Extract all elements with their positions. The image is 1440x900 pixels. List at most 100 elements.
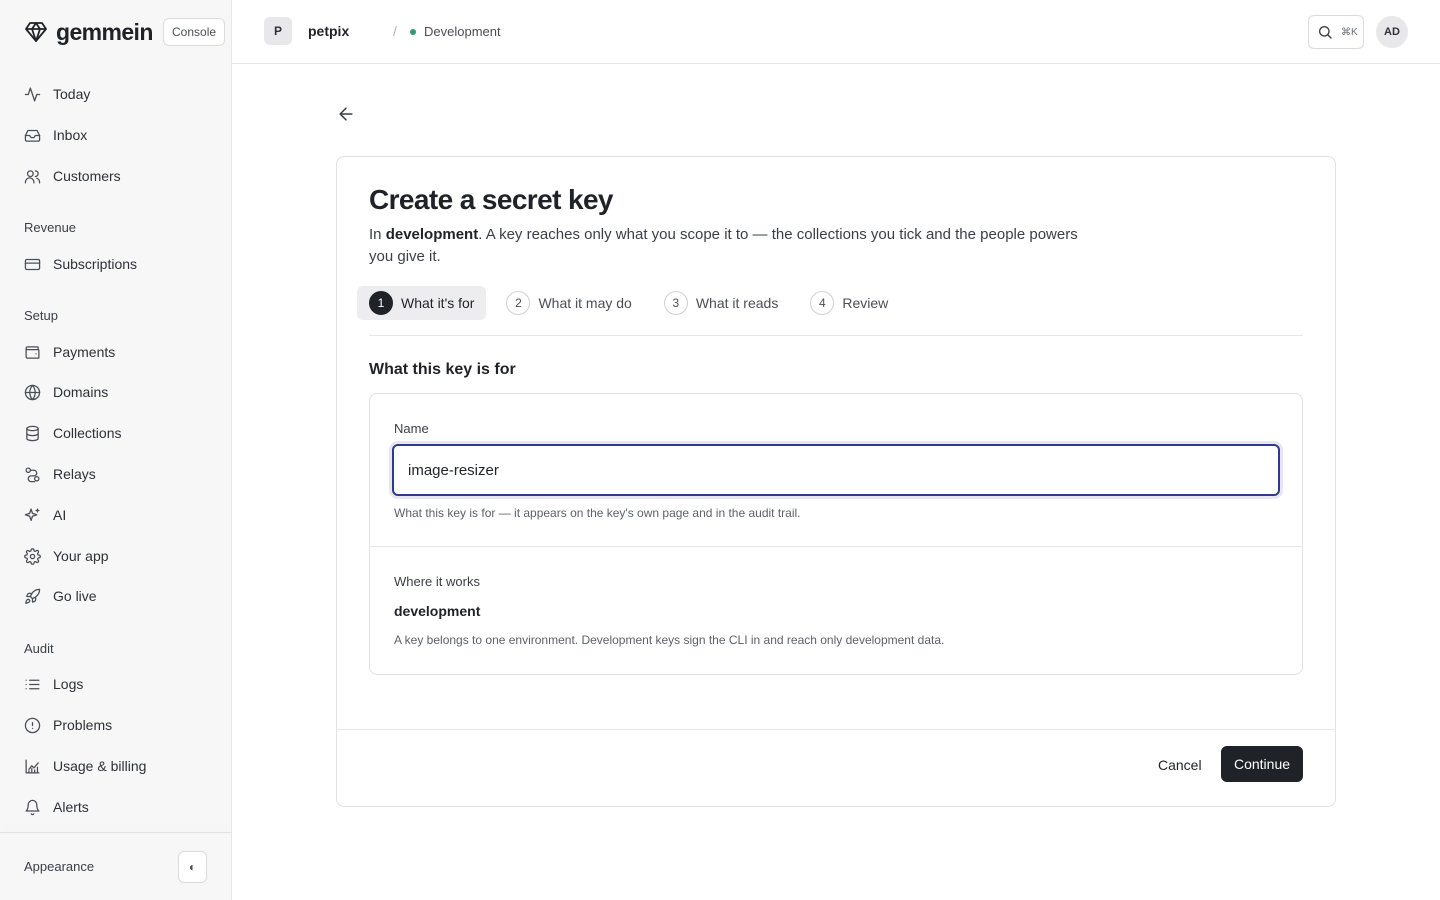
- sidebar-item-relays[interactable]: Relays: [12, 457, 220, 491]
- sidebar-item-usage-billing[interactable]: Usage & billing: [12, 749, 220, 783]
- chart-icon: [25, 758, 40, 774]
- sidebar-item-alerts[interactable]: Alerts: [12, 790, 220, 824]
- route-icon: [25, 466, 40, 482]
- sidebar-item-your-app[interactable]: Your app: [12, 539, 220, 573]
- sidebar-item-subscriptions[interactable]: Subscriptions: [12, 247, 220, 281]
- bell-icon: [25, 799, 40, 815]
- sidebar-item-collections[interactable]: Collections: [12, 416, 220, 450]
- sidebar-item-label: Problems: [53, 717, 113, 733]
- sidebar-item-logs[interactable]: Logs: [12, 667, 220, 701]
- step-what-it-reads[interactable]: 3 What it reads: [652, 286, 790, 320]
- inbox-icon: [24, 129, 41, 142]
- sidebar-item-label: Relays: [53, 466, 96, 482]
- sidebar-item-label: Customers: [53, 168, 121, 184]
- sidebar-item-label: Payments: [53, 344, 116, 360]
- where-value: development: [394, 603, 481, 619]
- sidebar-item-label: Today: [53, 86, 91, 102]
- activity-icon: [24, 86, 41, 102]
- continue-button[interactable]: Continue: [1221, 746, 1303, 782]
- globe-icon: [24, 384, 41, 400]
- page-title: Create a secret key: [369, 184, 614, 215]
- alert-circle-icon: [24, 717, 41, 733]
- search-icon: [1319, 26, 1332, 39]
- sparkles-icon: [24, 507, 40, 521]
- sidebar-divider: [0, 832, 232, 833]
- step-label: What it reads: [695, 295, 779, 311]
- desc-prefix: In: [369, 226, 386, 243]
- name-label: Name: [394, 421, 429, 436]
- page-description: In development. A key reaches only what …: [369, 224, 1099, 268]
- breadcrumb-separator: /: [393, 23, 397, 39]
- step-review[interactable]: 4 Review: [798, 286, 900, 320]
- console-badge[interactable]: Console: [163, 18, 226, 46]
- desc-environment: development: [385, 226, 479, 243]
- sidebar-item-label: Logs: [53, 676, 84, 692]
- section-title-revenue: Revenue: [24, 220, 77, 235]
- sidebar-item-payments[interactable]: Payments: [12, 335, 220, 369]
- wallet-icon: [25, 345, 40, 359]
- gear-icon: [24, 547, 41, 565]
- sidebar-item-label: Go live: [53, 588, 97, 604]
- section-title-setup: Setup: [24, 308, 58, 323]
- search-shortcut: ⌘K: [1341, 26, 1358, 38]
- users-icon: [24, 169, 41, 184]
- sidebar-item-domains[interactable]: Domains: [12, 375, 220, 409]
- step-number: 3: [663, 291, 688, 315]
- step-label: Review: [842, 295, 889, 311]
- sidebar-item-label: AI: [53, 507, 67, 523]
- arrow-left-icon: [339, 107, 353, 121]
- appearance-label: Appearance: [24, 859, 95, 874]
- step-number: 2: [506, 291, 531, 315]
- sidebar-item-label: Your app: [53, 548, 109, 564]
- where-label: Where it works: [394, 574, 480, 589]
- wizard-steps: 1 What it's for 2 What it may do 3 What …: [357, 286, 908, 320]
- sidebar-item-label: Alerts: [53, 799, 89, 815]
- inner-divider: [370, 546, 1302, 547]
- appearance-toggle-button[interactable]: ◐: [178, 851, 207, 883]
- step-label: What it's for: [401, 295, 475, 311]
- brand[interactable]: gemmein: [24, 18, 153, 46]
- sidebar-item-ai[interactable]: AI: [12, 498, 220, 532]
- back-button[interactable]: [336, 104, 356, 124]
- cancel-button[interactable]: Cancel: [1145, 747, 1215, 783]
- sidebar-item-label: Usage & billing: [53, 758, 147, 774]
- step-what-its-for[interactable]: 1 What it's for: [357, 286, 487, 320]
- name-help-text: What this key is for — it appears on the…: [394, 506, 801, 520]
- sidebar-item-label: Collections: [53, 425, 122, 441]
- environment-status-dot: [410, 29, 416, 35]
- step-number: 4: [810, 291, 835, 315]
- database-icon: [26, 425, 39, 441]
- sidebar-item-inbox[interactable]: Inbox: [12, 118, 220, 152]
- sidebar-item-label: Subscriptions: [53, 256, 138, 272]
- contrast-icon: ◐: [188, 860, 197, 874]
- environment-name[interactable]: Development: [424, 24, 501, 39]
- gem-icon: [25, 22, 47, 42]
- step-what-it-may-do[interactable]: 2 What it may do: [494, 286, 643, 320]
- step-number: 1: [369, 291, 393, 315]
- step-label: What it may do: [538, 295, 632, 311]
- user-avatar[interactable]: AD: [1376, 16, 1408, 48]
- sidebar-item-label: Domains: [53, 384, 109, 400]
- section-title: What this key is for: [369, 361, 516, 378]
- footer-divider: [337, 729, 1335, 730]
- sidebar-item-go-live[interactable]: Go live: [12, 579, 220, 613]
- create-key-card: Create a secret key In development. A ke…: [336, 156, 1336, 807]
- key-details-box: Name What this key is for — it appears o…: [369, 393, 1303, 675]
- steps-divider: [369, 335, 1303, 336]
- name-input[interactable]: [392, 444, 1280, 496]
- topbar: P petpix / Development ⌘K AD: [232, 0, 1440, 64]
- where-help-text: A key belongs to one environment. Develo…: [394, 633, 945, 647]
- sidebar-item-label: Inbox: [53, 127, 88, 143]
- credit-card-icon: [24, 258, 41, 270]
- section-title-audit: Audit: [24, 641, 54, 656]
- project-name[interactable]: petpix: [308, 23, 349, 39]
- rocket-icon: [25, 588, 41, 604]
- sidebar: gemmein Console Today Inbox Customers Re…: [0, 0, 232, 900]
- brand-name: gemmein: [56, 18, 153, 45]
- sidebar-item-customers[interactable]: Customers: [12, 159, 220, 193]
- sidebar-item-today[interactable]: Today: [12, 77, 220, 111]
- search-button[interactable]: ⌘K: [1308, 15, 1364, 49]
- sidebar-item-problems[interactable]: Problems: [12, 708, 220, 742]
- project-avatar[interactable]: P: [264, 17, 292, 45]
- list-icon: [25, 679, 40, 689]
